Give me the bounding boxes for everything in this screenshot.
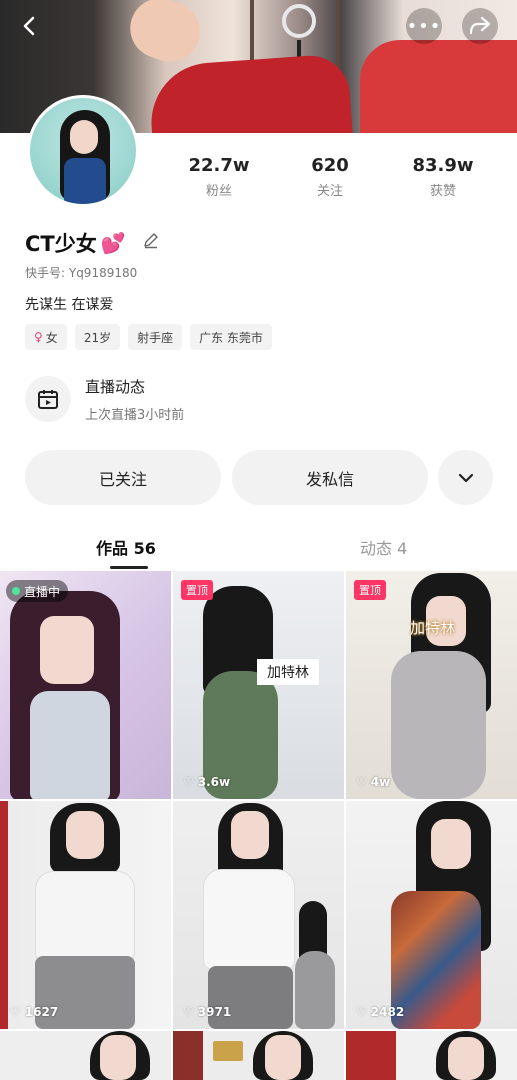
stat-following-label: 关注 (316, 184, 343, 199)
like-count-value: 4w (370, 775, 391, 789)
stat-fans[interactable]: 22.7w 粉丝 (174, 155, 264, 200)
like-count-value: 3971 (197, 1005, 232, 1019)
calendar-icon (25, 376, 71, 422)
tag-gender: ♀ 女 (25, 324, 67, 350)
share-icon (469, 16, 491, 35)
ellipsis-icon: ••• (406, 15, 442, 37)
grid-item[interactable]: 置顶 加特林 ♡ 3.6w (173, 571, 344, 799)
edit-icon[interactable] (142, 231, 160, 249)
live-activity[interactable]: 直播动态 上次直播3小时前 (25, 372, 225, 428)
heart-icon: ♡ (356, 1005, 367, 1019)
live-subtitle: 上次直播3小时前 (85, 408, 185, 423)
tag-zodiac: 射手座 (128, 324, 183, 350)
overlay-text: 加特林 (410, 617, 455, 638)
grid-item[interactable]: 直播中 (0, 571, 171, 799)
tag-gender-label: 女 (45, 330, 58, 345)
like-count-value: 1627 (24, 1005, 59, 1019)
kuaishou-id: 快手号: Yq9189180 (25, 266, 138, 280)
stat-fans-label: 粉丝 (205, 184, 232, 199)
grid-item[interactable] (173, 1031, 344, 1080)
avatar[interactable] (27, 95, 139, 207)
back-button[interactable] (12, 8, 48, 44)
grid-item[interactable]: 置顶 加特林 ♡ 4w (346, 571, 517, 799)
grid-item[interactable] (0, 1031, 171, 1080)
chevron-left-icon (23, 16, 35, 36)
stat-likes[interactable]: 83.9w 获赞 (398, 155, 488, 200)
live-badge: 直播中 (6, 580, 69, 602)
profile-name-text: CT少女 (25, 232, 97, 256)
stat-following[interactable]: 620 关注 (285, 155, 375, 200)
profile-tags: ♀ 女 21岁 射手座 广东 东莞市 (25, 324, 272, 350)
overlay-text-label: 加特林 (410, 619, 456, 637)
expand-button[interactable] (438, 450, 493, 505)
chevron-down-icon (458, 473, 473, 482)
like-count: ♡ 2482 (356, 1005, 404, 1019)
hearts-emoji: 💕 (100, 231, 126, 255)
overlay-text: 加特林 (257, 659, 319, 685)
bio: 先谋生 在谋爱 (25, 297, 114, 313)
share-button[interactable] (462, 8, 498, 44)
grid-item[interactable]: ♡ 2482 (346, 801, 517, 1029)
tab-moments[interactable]: 动态 4 (360, 535, 407, 559)
profile-name: CT少女 💕 (25, 228, 126, 258)
tab-works[interactable]: 作品 56 (96, 535, 156, 559)
stat-likes-value: 83.9w (412, 155, 474, 176)
stat-following-value: 620 (311, 155, 349, 176)
live-badge-label: 直播中 (24, 584, 61, 599)
like-count: ♡ 3971 (183, 1005, 231, 1019)
more-button[interactable]: ••• (406, 8, 442, 44)
pinned-badge: 置顶 (354, 580, 386, 600)
like-count-value: 3.6w (197, 775, 231, 789)
heart-icon: ♡ (356, 775, 367, 789)
grid-item[interactable]: ♡ 3971 (173, 801, 344, 1029)
like-count-value: 2482 (370, 1005, 405, 1019)
stat-likes-label: 获赞 (429, 184, 456, 199)
live-dot-icon (12, 587, 20, 595)
heart-icon: ♡ (183, 775, 194, 789)
grid-item[interactable] (346, 1031, 517, 1080)
live-title: 直播动态 (85, 378, 146, 396)
pinned-badge: 置顶 (181, 580, 213, 600)
like-count: ♡ 4w (356, 775, 390, 789)
stat-fans-value: 22.7w (188, 155, 250, 176)
heart-icon: ♡ (183, 1005, 194, 1019)
like-count: ♡ 1627 (10, 1005, 58, 1019)
following-button[interactable]: 已关注 (25, 450, 221, 505)
overlay-text-label: 加特林 (267, 665, 309, 681)
tab-underline (110, 566, 148, 569)
grid-item[interactable]: ♡ 1627 (0, 801, 171, 1029)
tag-age: 21岁 (74, 324, 121, 350)
like-count: ♡ 3.6w (183, 775, 230, 789)
tag-location: 广东 东莞市 (190, 324, 272, 350)
female-icon: ♀ (34, 330, 43, 344)
message-button[interactable]: 发私信 (232, 450, 428, 505)
heart-icon: ♡ (10, 1005, 21, 1019)
